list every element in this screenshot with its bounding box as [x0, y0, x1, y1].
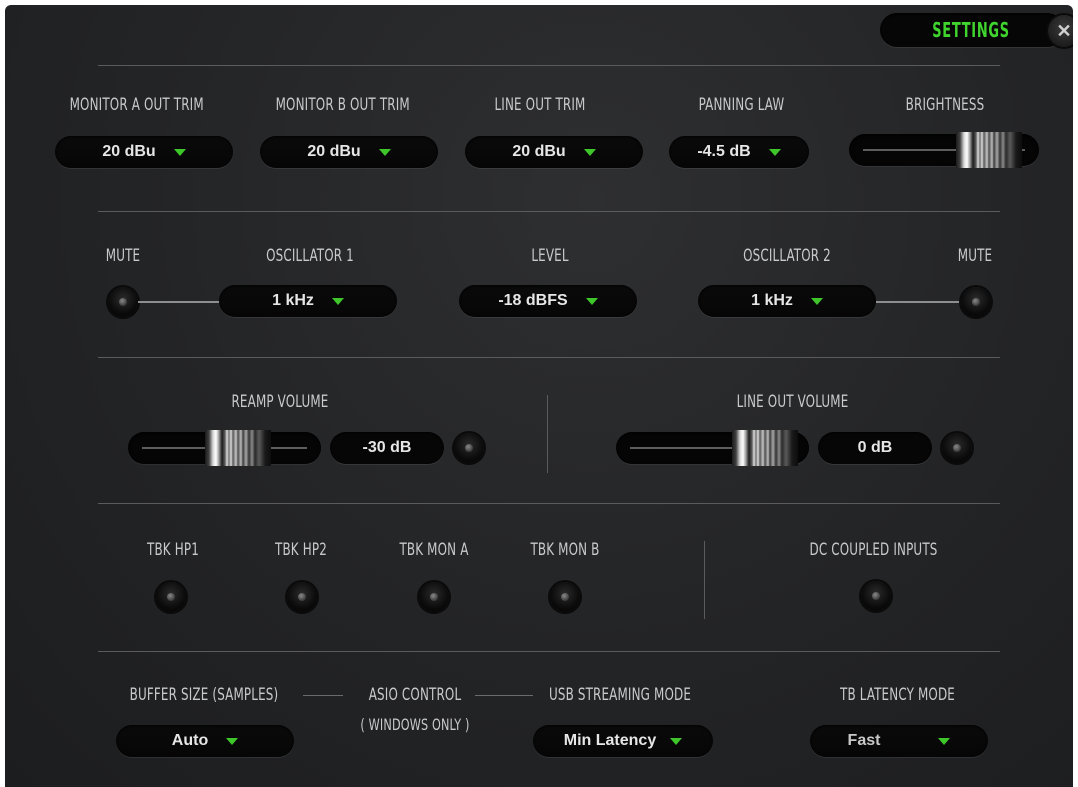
- level-value: -18 dBFS: [498, 292, 568, 309]
- level-dropdown[interactable]: -18 dBFS: [459, 285, 637, 317]
- oscillator-2-dropdown[interactable]: 1 kHz: [698, 285, 876, 317]
- connector-line: [138, 301, 222, 303]
- line-out-mute-button[interactable]: [942, 433, 972, 463]
- tbk-hp1-label: TBK HP1: [147, 540, 199, 560]
- divider-3: [98, 503, 1000, 504]
- usb-streaming-dropdown[interactable]: Min Latency: [533, 725, 713, 757]
- monitor-b-trim-label: MONITOR B OUT TRIM: [275, 95, 410, 115]
- divider-2: [98, 357, 1000, 358]
- dc-coupled-button[interactable]: [861, 581, 891, 611]
- tbk-hp2-button[interactable]: [287, 582, 317, 612]
- brightness-label: BRIGHTNESS: [905, 95, 985, 115]
- monitor-a-trim-label: MONITOR A OUT TRIM: [69, 95, 204, 115]
- dropdown-arrow-icon: [938, 737, 951, 745]
- panning-law-label: PANNING LAW: [698, 95, 785, 115]
- tbk-mon-a-button[interactable]: [419, 582, 449, 612]
- line-out-trim-label: LINE OUT TRIM: [494, 95, 586, 115]
- line-out-volume-value: 0 dB: [818, 432, 932, 464]
- dropdown-arrow-icon: [331, 297, 344, 305]
- tbk-mon-b-label: TBK MON B: [530, 540, 600, 560]
- mute-2-button[interactable]: [961, 287, 991, 317]
- reamp-volume-value: -30 dB: [330, 432, 444, 464]
- connector-line: [303, 695, 343, 696]
- tb-latency-label: TB LATENCY MODE: [839, 685, 956, 705]
- dropdown-arrow-icon: [173, 148, 186, 156]
- oscillator-1-label: OSCILLATOR 1: [266, 246, 354, 266]
- usb-streaming-value: Min Latency: [563, 732, 657, 749]
- buffer-size-value: Auto: [171, 732, 209, 749]
- slider-thumb[interactable]: [732, 430, 798, 466]
- monitor-b-trim-dropdown[interactable]: 20 dBu: [260, 136, 438, 168]
- mute-1-label: MUTE: [105, 246, 141, 266]
- oscillator-2-label: OSCILLATOR 2: [743, 246, 831, 266]
- dropdown-arrow-icon: [810, 297, 823, 305]
- dropdown-arrow-icon: [378, 148, 391, 156]
- monitor-b-trim-value: 20 dBu: [307, 143, 361, 160]
- dropdown-arrow-icon: [583, 148, 596, 156]
- tbk-mon-a-label: TBK MON A: [399, 540, 469, 560]
- connector-line: [475, 695, 533, 696]
- panning-law-dropdown[interactable]: -4.5 dB: [669, 136, 809, 168]
- monitor-a-trim-dropdown[interactable]: 20 dBu: [55, 136, 233, 168]
- buffer-size-dropdown[interactable]: Auto: [116, 725, 294, 757]
- tbk-hp1-button[interactable]: [156, 582, 186, 612]
- line-out-trim-value: 20 dBu: [512, 143, 566, 160]
- line-out-trim-dropdown[interactable]: 20 dBu: [465, 136, 643, 168]
- tbk-mon-b-button[interactable]: [550, 582, 580, 612]
- tbk-hp2-label: TBK HP2: [275, 540, 327, 560]
- level-label: LEVEL: [531, 246, 569, 266]
- dropdown-arrow-icon: [670, 737, 683, 745]
- connector-line: [876, 301, 966, 303]
- slider-thumb[interactable]: [956, 132, 1022, 168]
- mute-1-button[interactable]: [108, 287, 138, 317]
- usb-streaming-label: USB STREAMING MODE: [548, 685, 692, 705]
- asio-control-label: ASIO CONTROL: [368, 685, 462, 705]
- asio-windows-only-note: ( WINDOWS ONLY ): [360, 715, 470, 734]
- reamp-volume-label: REAMP VOLUME: [231, 392, 329, 412]
- dropdown-arrow-icon: [768, 148, 781, 156]
- tb-latency-value: Fast: [847, 732, 881, 749]
- oscillator-1-dropdown[interactable]: 1 kHz: [219, 285, 397, 317]
- line-out-volume-slider[interactable]: [616, 430, 809, 466]
- dropdown-arrow-icon: [585, 297, 598, 305]
- buffer-size-label: BUFFER SIZE (SAMPLES): [129, 685, 279, 705]
- brightness-slider[interactable]: [849, 132, 1039, 168]
- oscillator-1-value: 1 kHz: [272, 292, 314, 309]
- oscillator-2-value: 1 kHz: [751, 292, 793, 309]
- panning-law-value: -4.5 dB: [697, 143, 751, 160]
- dropdown-arrow-icon: [226, 737, 239, 745]
- settings-panel: SETTINGS ✕ MONITOR A OUT TRIM 20 dBu MON…: [5, 5, 1073, 787]
- slider-thumb[interactable]: [205, 430, 271, 466]
- close-icon[interactable]: ✕: [1048, 15, 1073, 47]
- dc-coupled-label: DC COUPLED INPUTS: [809, 540, 938, 560]
- mute-2-label: MUTE: [957, 246, 993, 266]
- reamp-volume-slider[interactable]: [128, 430, 321, 466]
- volume-divider: [547, 395, 548, 473]
- divider-1: [98, 211, 1000, 212]
- divider-top: [98, 65, 1000, 66]
- divider-4: [98, 651, 1000, 652]
- talkback-divider: [704, 541, 705, 619]
- monitor-a-trim-value: 20 dBu: [102, 143, 156, 160]
- line-out-volume-label: LINE OUT VOLUME: [736, 392, 849, 412]
- tb-latency-dropdown[interactable]: Fast: [810, 725, 988, 757]
- reamp-mute-button[interactable]: [454, 433, 484, 463]
- settings-title: SETTINGS: [932, 18, 1010, 42]
- settings-tab[interactable]: SETTINGS: [880, 13, 1064, 47]
